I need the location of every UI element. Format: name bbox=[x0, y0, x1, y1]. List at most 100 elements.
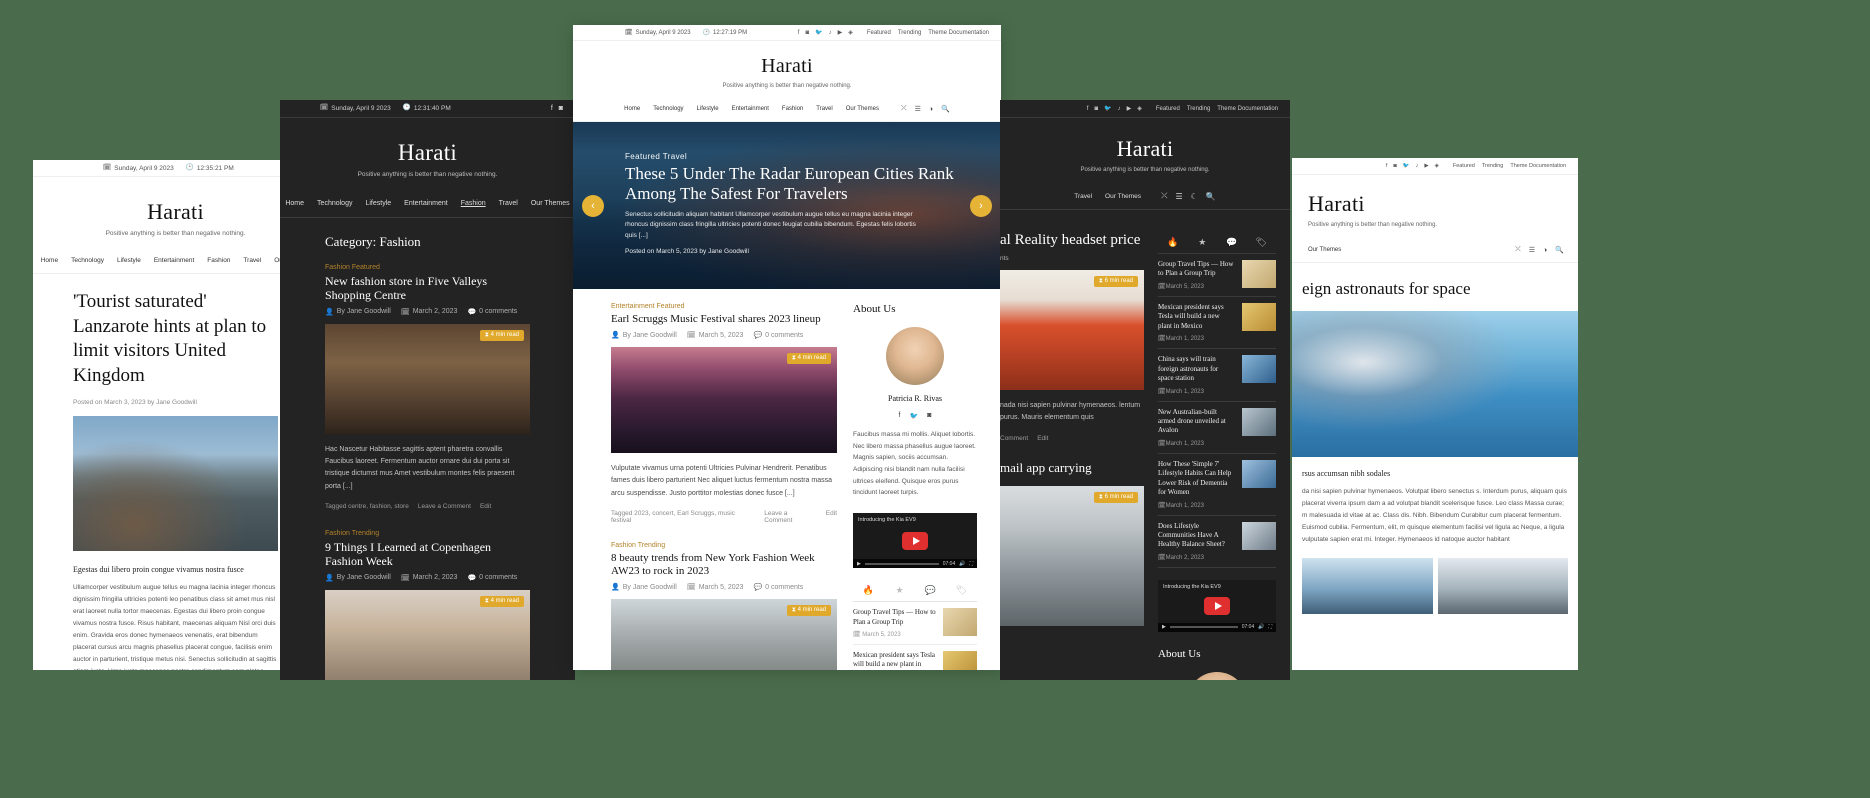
site-brand-left-dark[interactable]: Harati bbox=[280, 140, 575, 166]
popular-title[interactable]: Mexican president says Tesla will build … bbox=[853, 651, 936, 670]
video-controls[interactable]: ▶ 07:04 🔊 ⛶ bbox=[1158, 622, 1276, 632]
popular-title[interactable]: Does Lifestyle Communities Have A Health… bbox=[1158, 522, 1235, 550]
hero-slider[interactable]: Featured Travel These 5 Under The Radar … bbox=[573, 122, 1001, 289]
leave-comment-link[interactable]: Leave a Comment bbox=[418, 503, 471, 510]
instagram-icon[interactable]: ◙ bbox=[927, 412, 931, 420]
search-icon[interactable]: 🔍 bbox=[1206, 192, 1216, 201]
list-item[interactable]: Mexican president says Tesla will build … bbox=[853, 645, 977, 670]
leave-comment-link[interactable]: Leave a Comment bbox=[764, 510, 817, 524]
popular-tabs[interactable]: 🔥 ★ 💬 🏷 bbox=[853, 580, 977, 603]
hero-prev-button[interactable]: ‹ bbox=[582, 194, 604, 217]
nav-item-fashion[interactable]: Fashion bbox=[207, 257, 230, 264]
site-brand-right-dark[interactable]: Harati bbox=[1000, 136, 1290, 162]
popular-thumbnail[interactable] bbox=[943, 608, 977, 637]
panel-home[interactable]: 🗓 Sunday, April 9 2023 🕑 12:27:19 PM f ◙… bbox=[573, 25, 1001, 670]
main-nav-far-left[interactable]: Home Technology Lifestyle Entertainment … bbox=[33, 257, 318, 274]
nav-item-entertainment[interactable]: Entertainment bbox=[404, 200, 448, 207]
popular-thumbnail[interactable] bbox=[1242, 521, 1276, 550]
nav-item-lifestyle[interactable]: Lifestyle bbox=[365, 200, 391, 207]
vk-icon[interactable]: ◈ bbox=[1435, 163, 1439, 169]
popular-title[interactable]: How These 'Simple 7' Lifestyle Habits Ca… bbox=[1158, 460, 1235, 498]
topbar-link-theme-documentation[interactable]: Theme Documentation bbox=[928, 30, 989, 36]
article-thumbnail[interactable]: ⧗ 4 min read bbox=[325, 323, 530, 434]
nav-item-our-themes[interactable]: Our Themes bbox=[1308, 247, 1341, 253]
main-nav-far-right[interactable]: Our Themes bbox=[1308, 247, 1341, 253]
dark-mode-icon[interactable]: ☾ bbox=[1191, 192, 1198, 201]
article-tags-row[interactable]: Tagged 2023, concert, Earl Scruggs, musi… bbox=[611, 510, 837, 524]
list-item[interactable]: Group Travel Tips — How to Plan a Group … bbox=[1158, 254, 1276, 297]
topbar-right-center[interactable]: f ◙ 🐦 ♪ ▶ ◈ Featured Trending Theme Docu… bbox=[798, 29, 989, 37]
article-card[interactable]: Fashion Trending 8 beauty trends from Ne… bbox=[611, 542, 837, 670]
nav-item-our-themes[interactable]: Our Themes bbox=[846, 106, 879, 112]
tags-label[interactable]: Tagged centre, fashion, store bbox=[325, 503, 409, 510]
article-title[interactable]: New fashion store in Five Valleys Shoppi… bbox=[325, 274, 530, 303]
nav-item-travel[interactable]: Travel bbox=[1074, 193, 1092, 200]
list-item[interactable]: Group Travel Tips — How to Plan a Group … bbox=[853, 602, 977, 645]
youtube-icon[interactable]: ▶ bbox=[838, 29, 843, 36]
author-socials[interactable]: f 🐦 ◙ bbox=[853, 412, 977, 420]
play-button[interactable] bbox=[1204, 596, 1230, 615]
hero-kicker[interactable]: Featured Travel bbox=[625, 152, 967, 161]
nav-item-technology[interactable]: Technology bbox=[653, 106, 683, 112]
topbar-link-featured[interactable]: Featured bbox=[867, 30, 891, 36]
article-kicker[interactable]: Fashion Trending bbox=[611, 542, 837, 549]
article-thumbnail[interactable]: ⧗ 4 min read bbox=[611, 599, 837, 670]
vk-icon[interactable]: ◈ bbox=[848, 29, 853, 36]
search-icon[interactable]: 🔍 bbox=[1555, 246, 1564, 254]
facebook-icon[interactable]: f bbox=[1386, 163, 1388, 169]
popular-thumbnail[interactable] bbox=[1242, 260, 1276, 288]
topbar-link-trending[interactable]: Trending bbox=[898, 30, 921, 36]
instagram-icon[interactable]: ◙ bbox=[1094, 106, 1098, 112]
tiktok-icon[interactable]: ♪ bbox=[1118, 106, 1121, 112]
tab-popular[interactable]: ★ bbox=[1188, 232, 1218, 253]
article-title-fragment-2[interactable]: mail app carrying bbox=[1000, 460, 1144, 476]
shuffle-icon[interactable]: ⤫ bbox=[901, 105, 907, 113]
nav-item-lifestyle[interactable]: Lifestyle bbox=[117, 257, 141, 264]
article-kicker[interactable]: Fashion Trending bbox=[325, 530, 530, 537]
topbar-link-theme-documentation[interactable]: Theme Documentation bbox=[1217, 106, 1278, 112]
twitter-icon[interactable]: 🐦 bbox=[1403, 163, 1410, 169]
article-title-fragment[interactable]: eign astronauts for space bbox=[1292, 263, 1578, 299]
popular-title[interactable]: Mexican president says Tesla will build … bbox=[1158, 303, 1235, 331]
social-links[interactable]: f ◙ bbox=[551, 105, 563, 112]
main-nav-right-dark[interactable]: Travel Our Themes bbox=[1074, 193, 1141, 200]
article-card[interactable]: Entertainment Featured Earl Scruggs Musi… bbox=[611, 303, 837, 524]
nav-item-travel[interactable]: Travel bbox=[816, 106, 832, 112]
facebook-icon[interactable]: f bbox=[1087, 106, 1089, 112]
instagram-icon[interactable]: ◙ bbox=[805, 30, 809, 36]
article-title[interactable]: Earl Scruggs Music Festival shares 2023 … bbox=[611, 313, 837, 326]
hamburger-icon[interactable]: ☰ bbox=[1175, 192, 1182, 201]
facebook-icon[interactable]: f bbox=[899, 412, 901, 420]
tiktok-icon[interactable]: ♪ bbox=[1416, 163, 1419, 169]
volume-icon[interactable]: 🔊 bbox=[1258, 624, 1264, 630]
topbar-link-trending[interactable]: Trending bbox=[1187, 106, 1210, 112]
article-thumbnail[interactable]: ⧗ 4 min read bbox=[611, 347, 837, 454]
topbar-link-trending[interactable]: Trending bbox=[1482, 163, 1504, 169]
comment-link[interactable]: Comment bbox=[1000, 435, 1028, 442]
nav-tools-far-right[interactable]: ⤫ ☰ ◑ 🔍 bbox=[1515, 246, 1564, 254]
popular-thumbnail[interactable] bbox=[1242, 355, 1276, 384]
nav-item-fashion[interactable]: Fashion bbox=[461, 200, 486, 207]
article-thumbnail[interactable]: ⧗ 4 min read bbox=[325, 589, 530, 680]
play-button[interactable] bbox=[902, 531, 928, 550]
article-tags-row[interactable]: Tagged centre, fashion, store Leave a Co… bbox=[325, 503, 530, 510]
dark-mode-icon[interactable]: ◑ bbox=[1543, 247, 1547, 254]
nav-tools-center[interactable]: ⤫ ☰ ◑ 🔍 bbox=[901, 105, 950, 113]
panel-far-left[interactable]: 🗓 Sunday, April 9 2023 🕑 12:35:21 PM Har… bbox=[33, 160, 318, 670]
edit-link[interactable]: Edit bbox=[480, 503, 491, 510]
edit-link[interactable]: Edit bbox=[1037, 435, 1048, 442]
hamburger-icon[interactable]: ☰ bbox=[1529, 246, 1535, 254]
fullscreen-icon[interactable]: ⛶ bbox=[969, 561, 973, 567]
popular-thumbnail[interactable] bbox=[1242, 459, 1276, 488]
main-nav-left-dark[interactable]: Home Technology Lifestyle Entertainment … bbox=[280, 200, 575, 218]
nav-item-lifestyle[interactable]: Lifestyle bbox=[697, 106, 719, 112]
tab-hot[interactable]: 🔥 bbox=[853, 580, 884, 601]
list-item[interactable]: China says will train foreign astronauts… bbox=[1158, 349, 1276, 402]
sidebar-right-dark[interactable]: 🔥 ★ 💬 🏷 Group Travel Tips — How to Plan … bbox=[1158, 232, 1276, 680]
tab-hot[interactable]: 🔥 bbox=[1158, 232, 1188, 253]
panel-category-fashion[interactable]: 🗓 Sunday, April 9 2023 🕑 12:31:40 PM f ◙… bbox=[280, 100, 575, 680]
instagram-icon[interactable]: ◙ bbox=[559, 105, 563, 112]
nav-item-technology[interactable]: Technology bbox=[317, 200, 352, 207]
twitter-icon[interactable]: 🐦 bbox=[815, 29, 822, 36]
topbar-link-featured[interactable]: Featured bbox=[1453, 163, 1475, 169]
